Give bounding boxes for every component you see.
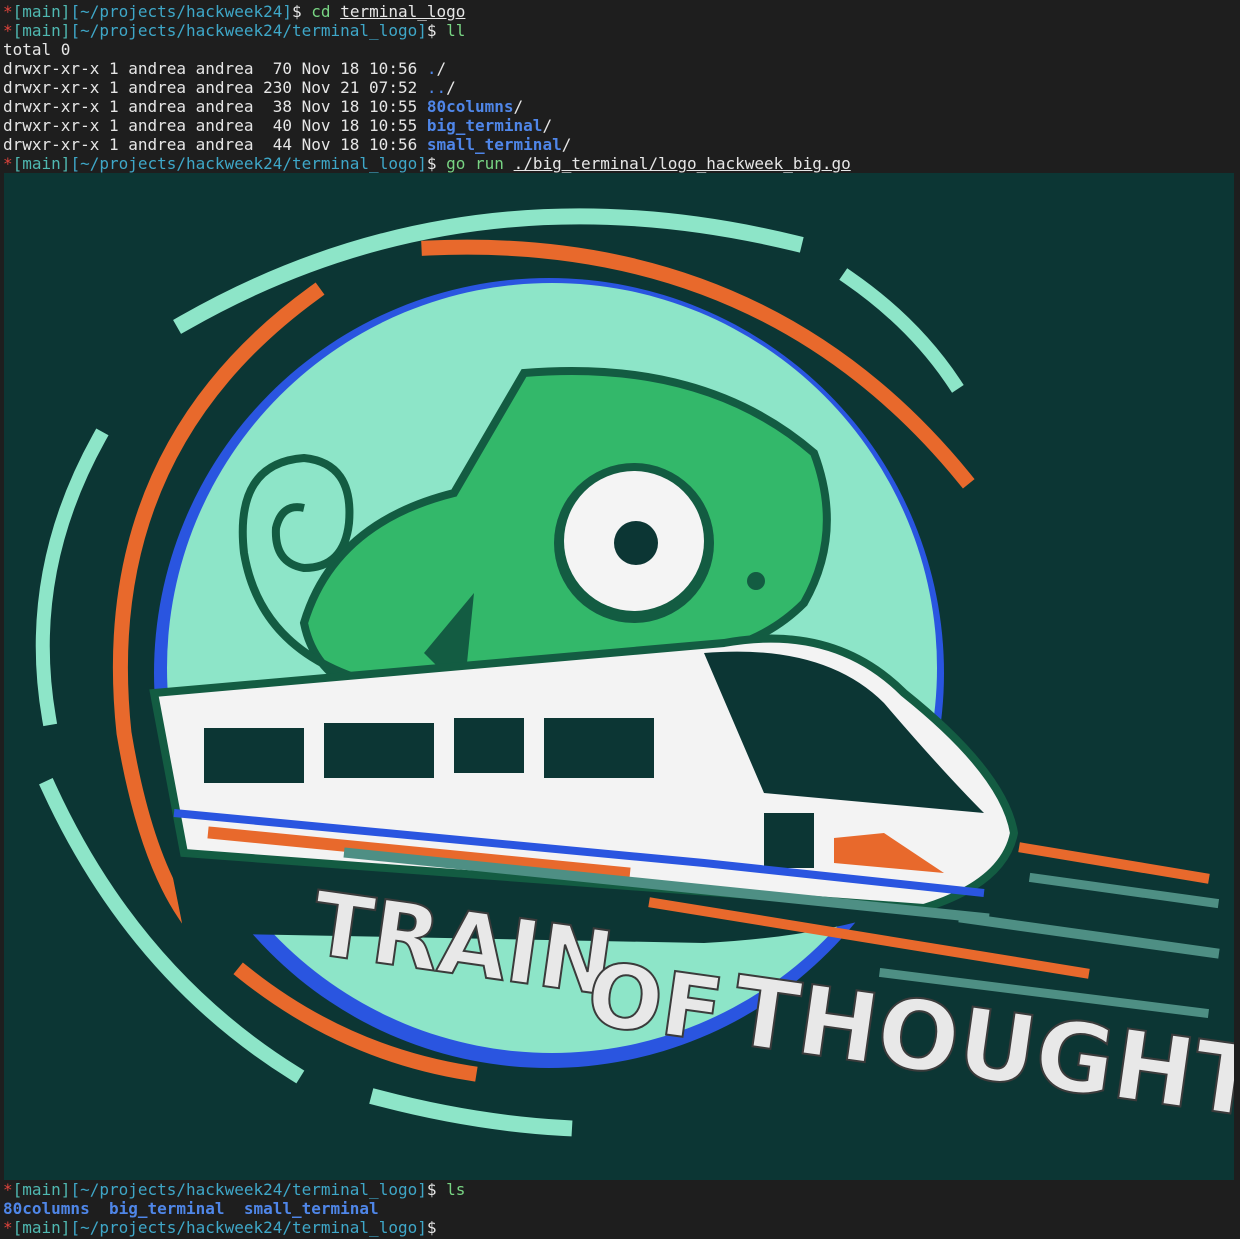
git-branch: [main] [12,1180,71,1199]
prompt-sign: $ [426,154,437,173]
command-name: cd [311,2,331,21]
directory-suffix: / [542,116,553,135]
listing-row: drwxr-xr-x 1 andrea andrea 230 Nov 21 07… [3,78,456,97]
directory-name[interactable]: big_terminal [109,1199,225,1218]
git-branch: [main] [12,2,71,21]
listing-total: total 0 [3,40,71,59]
directory-suffix: / [513,97,524,116]
prompt-path: [~/projects/hackweek24/terminal_logo] [70,154,427,173]
command-name: ll [446,21,466,40]
prompt-line-ll: *[main][~/projects/hackweek24/terminal_l… [3,21,465,40]
directory-name[interactable]: 80columns [427,97,514,116]
mint-arc-right [839,268,964,393]
command-argument: terminal_logo [340,2,466,21]
directory-name[interactable]: small_terminal [244,1199,379,1218]
git-branch: [main] [12,21,71,40]
git-branch: [main] [12,1218,71,1237]
listing-row: drwxr-xr-x 1 andrea andrea 70 Nov 18 10:… [3,59,446,78]
train-window-3 [454,718,524,773]
prompt-path: [~/projects/hackweek24/terminal_logo] [70,21,427,40]
prompt-sign: $ [426,21,437,40]
directory-name[interactable]: 80columns [3,1199,90,1218]
prompt-line-cd: *[main][~/projects/hackweek24]$ cd termi… [3,2,465,21]
listing-row: drwxr-xr-x 1 andrea andrea 38 Nov 18 10:… [3,97,523,116]
prompt-sign: $ [292,2,302,21]
mint-arc-left [35,428,109,727]
prompt-sign: $ [426,1180,437,1199]
train-window-1 [204,728,304,783]
prompt-path: [~/projects/hackweek24/terminal_logo] [70,1218,427,1237]
directory-name[interactable]: big_terminal [427,116,543,135]
git-dirty-marker: * [3,1218,13,1237]
directory-suffix: / [436,59,447,78]
nostril [747,572,765,590]
mint-arc-bottom [369,1088,573,1137]
prompt-line-go-run: *[main][~/projects/hackweek24/terminal_l… [3,154,851,173]
listing-row: drwxr-xr-x 1 andrea andrea 44 Nov 18 10:… [3,135,571,154]
prompt-line-final[interactable]: *[main][~/projects/hackweek24/terminal_l… [3,1218,437,1237]
command-argument: ./big_terminal/logo_hackweek_big.go [513,154,851,173]
train-window-2 [324,723,434,778]
directory-suffix: / [446,78,456,97]
directory-suffix: / [561,135,572,154]
command-name: ls [446,1180,466,1199]
logo-text-of: OF [581,942,729,1063]
train-door [764,813,814,868]
listing-meta: drwxr-xr-x 1 andrea andrea 230 Nov 21 07… [3,78,427,97]
ls-output: 80columns big_terminal small_terminal [3,1199,379,1218]
prompt-sign: $ [426,1218,437,1237]
eye-pupil [614,521,658,565]
git-dirty-marker: * [3,21,13,40]
listing-meta: drwxr-xr-x 1 andrea andrea 40 Nov 18 10:… [3,116,427,135]
directory-name[interactable]: small_terminal [427,135,562,154]
git-dirty-marker: * [3,1180,13,1199]
listing-meta: drwxr-xr-x 1 andrea andrea 38 Nov 18 10:… [3,97,427,116]
listing-meta: drwxr-xr-x 1 andrea andrea 70 Nov 18 10:… [3,59,427,78]
prompt-path: [~/projects/hackweek24/terminal_logo] [70,1180,427,1199]
directory-name[interactable]: .. [427,78,446,97]
listing-meta: drwxr-xr-x 1 andrea andrea 44 Nov 18 10:… [3,135,427,154]
logo-artwork: TRAIN OF THOUGHT [35,208,1234,1141]
listing-row: drwxr-xr-x 1 andrea andrea 40 Nov 18 10:… [3,116,552,135]
prompt-line-ls: *[main][~/projects/hackweek24/terminal_l… [3,1180,465,1199]
git-branch: [main] [12,154,71,173]
git-dirty-marker: * [3,2,13,21]
prompt-path: [~/projects/hackweek24] [70,2,292,21]
command-name: go run [446,154,504,173]
train-window-4 [544,718,654,778]
git-dirty-marker: * [3,154,13,173]
train-of-thought-logo: TRAIN OF THOUGHT [4,173,1234,1180]
terminal-window[interactable]: *[main][~/projects/hackweek24]$ cd termi… [0,0,1240,1239]
